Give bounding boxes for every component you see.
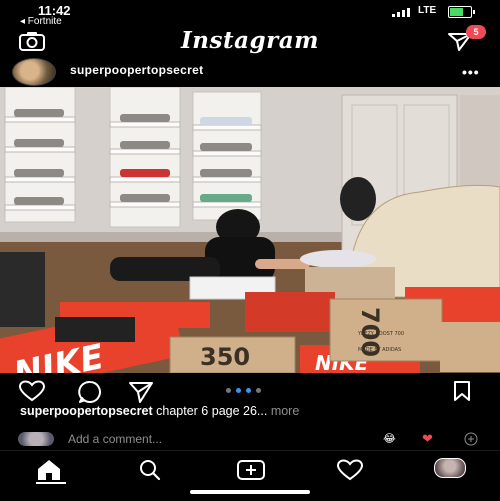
home-icon[interactable] (36, 459, 62, 481)
search-icon[interactable] (137, 459, 163, 481)
activity-heart-icon[interactable] (336, 459, 364, 481)
network-type: LTE (418, 5, 437, 16)
bookmark-icon[interactable] (452, 380, 472, 402)
photo-scene: NIKE NIKE 700 YEEZY BOOST 700 MADE BY AD… (0, 87, 500, 373)
current-user-avatar (18, 432, 54, 446)
camera-icon[interactable] (18, 31, 46, 51)
add-comment-input[interactable]: Add a comment... (68, 432, 162, 446)
caption-username[interactable]: superpoopertopsecret (20, 404, 153, 418)
yeezy-350-label: 350 (200, 343, 250, 371)
profile-avatar[interactable] (434, 458, 466, 478)
caption-more-link[interactable]: more (267, 404, 299, 418)
signal-icon (392, 8, 412, 17)
post-username[interactable]: superpoopertopsecret (70, 63, 203, 77)
caption-text: chapter 6 page 26... (152, 404, 268, 418)
carousel-indicator (226, 388, 261, 393)
heart-emoji-icon[interactable]: ❤ (422, 431, 433, 447)
active-tab-indicator (36, 482, 66, 484)
battery-icon (448, 6, 475, 18)
instagram-logo: Instagram (181, 27, 319, 54)
yeezy-box-text-2: MADE BY ADIDAS (358, 347, 401, 353)
back-to-app-link[interactable]: ◂ Fortnite (20, 16, 62, 27)
carousel-dot (226, 388, 231, 393)
direct-message-badge: 5 (466, 25, 486, 39)
carousel-dot (256, 388, 261, 393)
share-plane-icon[interactable] (128, 380, 154, 404)
comment-icon[interactable] (78, 380, 102, 404)
home-indicator[interactable] (190, 490, 310, 494)
post-photo[interactable]: NIKE NIKE 700 YEEZY BOOST 700 MADE BY AD… (0, 87, 500, 373)
like-heart-icon[interactable] (18, 380, 46, 402)
carousel-dot-active (236, 388, 241, 393)
post-author-avatar[interactable] (12, 58, 56, 86)
add-emoji-icon[interactable] (464, 432, 478, 446)
laughing-emoji-icon[interactable]: 😂 (383, 432, 396, 445)
carousel-dot-active (246, 388, 251, 393)
add-post-icon[interactable] (236, 459, 265, 481)
yeezy-box-text: YEEZY BOOST 700 (357, 331, 404, 337)
more-options-icon[interactable]: ••• (462, 64, 480, 80)
post-caption: superpoopertopsecret chapter 6 page 26..… (20, 404, 460, 418)
